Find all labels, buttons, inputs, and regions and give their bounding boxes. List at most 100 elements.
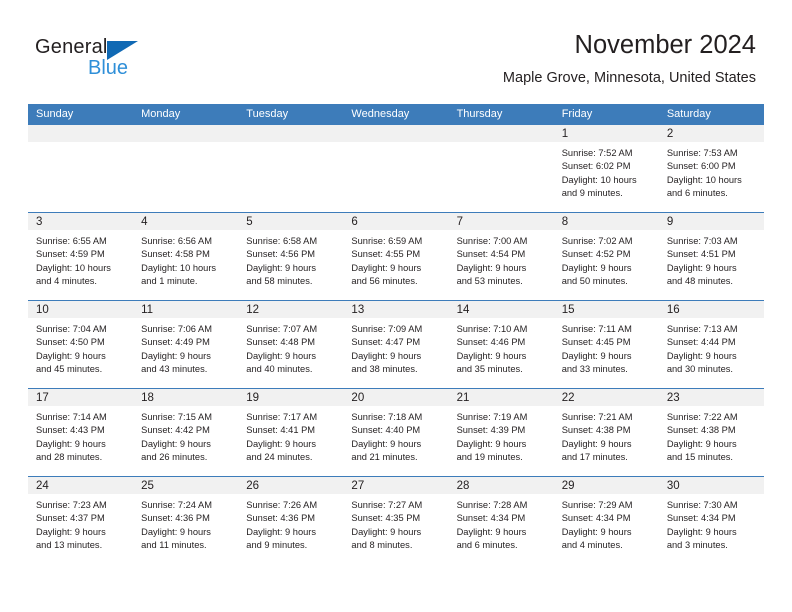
sunset-text: Sunset: 4:34 PM (561, 513, 631, 524)
sunrise-text: Sunrise: 7:14 AM (36, 412, 107, 422)
calendar-day-cell[interactable]: 24 Sunrise: 7:23 AM Sunset: 4:37 PM Dayligh… (28, 477, 134, 564)
calendar-day-cell[interactable]: 19 Sunrise: 7:17 AM Sunset: 4:41 PM Dayligh… (238, 389, 344, 476)
calendar-day-cell[interactable]: 8 Sunrise: 7:02 AM Sunset: 4:52 PM Daylight… (553, 213, 659, 300)
calendar-day-cell[interactable]: 27 Sunrise: 7:27 AM Sunset: 4:35 PM Dayligh… (343, 477, 449, 564)
weekday-header-wednesday: Wednesday (351, 108, 410, 120)
sunrise-text: Sunrise: 7:19 AM (456, 412, 528, 422)
day-details: Sunrise: 7:21 AM Sunset: 4:38 PM Daylight:… (554, 406, 659, 465)
calendar-day-cell[interactable]: 18 Sunrise: 7:15 AM Sunset: 4:42 PM Dayligh… (133, 389, 239, 476)
day-number (238, 125, 344, 142)
sunset-text: Sunset: 4:36 PM (141, 513, 210, 524)
day-details: Sunrise: 7:00 AM Sunset: 4:54 PM Daylight:… (449, 230, 554, 289)
sunset-text: Sunset: 4:42 PM (141, 425, 210, 436)
daylight-text-line2: and 30 minutes. (666, 364, 733, 375)
daylight-text-line2: and 1 minute. (141, 276, 198, 287)
daylight-text-line1: Daylight: 9 hours (246, 526, 317, 537)
daylight-text-line1: Daylight: 9 hours (666, 526, 737, 537)
daylight-text-line2: and 6 minutes. (666, 188, 728, 199)
calendar-day-cell[interactable]: 29 Sunrise: 7:29 AM Sunset: 4:34 PM Dayligh… (553, 477, 659, 564)
sunset-text: Sunset: 4:58 PM (141, 249, 210, 260)
day-number: 2 (658, 125, 764, 142)
sunrise-text: Sunrise: 7:23 AM (36, 500, 107, 510)
calendar-day-cell[interactable]: 21 Sunrise: 7:19 AM Sunset: 4:39 PM Dayligh… (448, 389, 554, 476)
day-details: Sunrise: 7:18 AM Sunset: 4:40 PM Daylight:… (343, 406, 448, 465)
calendar-day-cell[interactable]: 28 Sunrise: 7:28 AM Sunset: 4:34 PM Dayligh… (448, 477, 554, 564)
daylight-text-line2: and 56 minutes. (351, 276, 418, 287)
calendar-day-cell[interactable]: 12 Sunrise: 7:07 AM Sunset: 4:48 PM Dayligh… (238, 301, 344, 388)
calendar-day-cell[interactable]: 30 Sunrise: 7:30 AM Sunset: 4:34 PM Dayligh… (658, 477, 764, 564)
calendar-day-cell[interactable]: 13 Sunrise: 7:09 AM Sunset: 4:47 PM Dayligh… (343, 301, 449, 388)
daylight-text-line1: Daylight: 9 hours (351, 438, 422, 449)
daylight-text-line2: and 53 minutes. (456, 276, 523, 287)
day-number: 14 (448, 301, 554, 318)
daylight-text-line1: Daylight: 9 hours (141, 438, 211, 449)
calendar-day-cell[interactable]: 15 Sunrise: 7:11 AM Sunset: 4:45 PM Dayligh… (553, 301, 659, 388)
daylight-text-line1: Daylight: 9 hours (351, 262, 422, 273)
calendar-day-cell[interactable]: 23 Sunrise: 7:22 AM Sunset: 4:38 PM Dayligh… (658, 389, 764, 476)
weekday-header-sunday: Sunday (36, 108, 74, 120)
sunset-text: Sunset: 4:55 PM (351, 249, 421, 260)
day-number: 3 (28, 213, 134, 230)
calendar-day-cell-empty (28, 125, 134, 212)
calendar-day-cell[interactable]: 4 Sunrise: 6:56 AM Sunset: 4:58 PM Daylight… (133, 213, 239, 300)
calendar-day-cell[interactable]: 22 Sunrise: 7:21 AM Sunset: 4:38 PM Dayligh… (553, 389, 659, 476)
daylight-text-line2: and 8 minutes. (351, 540, 413, 551)
calendar-day-cell[interactable]: 10 Sunrise: 7:04 AM Sunset: 4:50 PM Dayligh… (28, 301, 134, 388)
day-number: 26 (238, 477, 344, 494)
sunrise-text: Sunrise: 6:55 AM (36, 236, 107, 246)
day-details: Sunrise: 6:56 AM Sunset: 4:58 PM Daylight:… (133, 230, 238, 289)
calendar-day-cell[interactable]: 3 Sunrise: 6:55 AM Sunset: 4:59 PM Daylight… (28, 213, 134, 300)
calendar-day-cell[interactable]: 7 Sunrise: 7:00 AM Sunset: 4:54 PM Daylight… (448, 213, 554, 300)
sunset-text: Sunset: 4:34 PM (666, 513, 736, 524)
daylight-text-line2: and 19 minutes. (456, 452, 523, 463)
sunset-text: Sunset: 4:49 PM (141, 337, 210, 348)
sunset-text: Sunset: 4:38 PM (561, 425, 631, 436)
calendar-day-cell[interactable]: 17 Sunrise: 7:14 AM Sunset: 4:43 PM Dayligh… (28, 389, 134, 476)
calendar-day-cell[interactable]: 26 Sunrise: 7:26 AM Sunset: 4:36 PM Dayligh… (238, 477, 344, 564)
weekday-header-tuesday: Tuesday (246, 108, 289, 120)
calendar-day-cell[interactable]: 20 Sunrise: 7:18 AM Sunset: 4:40 PM Dayligh… (343, 389, 449, 476)
day-details: Sunrise: 7:03 AM Sunset: 4:51 PM Daylight:… (659, 230, 764, 289)
day-details: Sunrise: 7:09 AM Sunset: 4:47 PM Daylight:… (343, 318, 448, 377)
calendar-day-cell[interactable]: 5 Sunrise: 6:58 AM Sunset: 4:56 PM Daylight… (238, 213, 344, 300)
weekday-header-monday: Monday (141, 108, 181, 120)
sunset-text: Sunset: 4:52 PM (561, 249, 631, 260)
sunset-text: Sunset: 4:37 PM (36, 513, 105, 524)
day-details: Sunrise: 6:55 AM Sunset: 4:59 PM Daylight:… (28, 230, 133, 289)
calendar-day-cell[interactable]: 14 Sunrise: 7:10 AM Sunset: 4:46 PM Dayligh… (448, 301, 554, 388)
sunrise-text: Sunrise: 7:17 AM (246, 412, 318, 422)
calendar-day-cell[interactable]: 2 Sunrise: 7:53 AM Sunset: 6:00 PM Daylight… (658, 125, 764, 212)
logo-text-general: General (35, 36, 108, 58)
daylight-text-line2: and 21 minutes. (351, 452, 418, 463)
day-number: 25 (133, 477, 239, 494)
calendar-day-cell[interactable]: 9 Sunrise: 7:03 AM Sunset: 4:51 PM Daylight… (658, 213, 764, 300)
day-details: Sunrise: 7:19 AM Sunset: 4:39 PM Daylight:… (449, 406, 554, 465)
day-number: 16 (658, 301, 764, 318)
sunrise-text: Sunrise: 7:15 AM (141, 412, 212, 422)
day-number: 8 (553, 213, 659, 230)
sunrise-text: Sunrise: 7:11 AM (561, 324, 632, 334)
general-blue-logo[interactable]: General Blue (35, 36, 235, 84)
daylight-text-line1: Daylight: 9 hours (561, 262, 632, 273)
daylight-text-line1: Daylight: 9 hours (666, 438, 737, 449)
sunrise-text: Sunrise: 7:07 AM (246, 324, 318, 334)
sunrise-text: Sunrise: 7:02 AM (561, 236, 633, 246)
calendar-day-cell[interactable]: 1 Sunrise: 7:52 AM Sunset: 6:02 PM Daylight… (553, 125, 659, 212)
daylight-text-line2: and 50 minutes. (561, 276, 628, 287)
day-details: Sunrise: 7:23 AM Sunset: 4:37 PM Daylight:… (28, 494, 133, 553)
sunrise-text: Sunrise: 7:22 AM (666, 412, 738, 422)
day-number: 30 (658, 477, 764, 494)
daylight-text-line2: and 28 minutes. (36, 452, 103, 463)
sunset-text: Sunset: 4:56 PM (246, 249, 316, 260)
day-number: 24 (28, 477, 134, 494)
day-details: Sunrise: 7:13 AM Sunset: 4:44 PM Daylight:… (659, 318, 764, 377)
sunrise-text: Sunrise: 7:00 AM (456, 236, 528, 246)
sunrise-text: Sunrise: 7:52 AM (561, 148, 633, 158)
calendar-day-cell[interactable]: 16 Sunrise: 7:13 AM Sunset: 4:44 PM Dayligh… (658, 301, 764, 388)
day-number (448, 125, 554, 142)
calendar-day-cell[interactable]: 25 Sunrise: 7:24 AM Sunset: 4:36 PM Dayligh… (133, 477, 239, 564)
calendar-day-cell[interactable]: 6 Sunrise: 6:59 AM Sunset: 4:55 PM Daylight… (343, 213, 449, 300)
day-details: Sunrise: 7:02 AM Sunset: 4:52 PM Daylight:… (554, 230, 659, 289)
calendar-day-cell[interactable]: 11 Sunrise: 7:06 AM Sunset: 4:49 PM Dayligh… (133, 301, 239, 388)
daylight-text-line1: Daylight: 9 hours (666, 350, 737, 361)
